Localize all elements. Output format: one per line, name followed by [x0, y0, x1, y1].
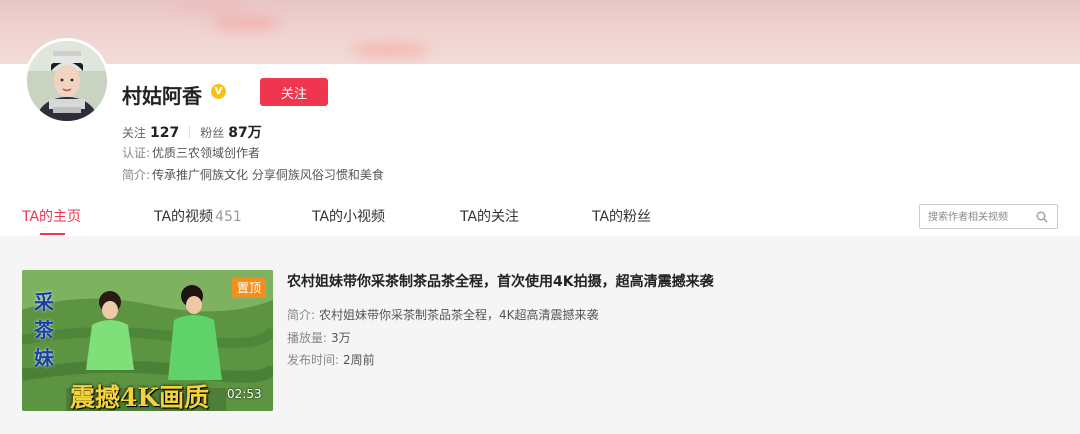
video-plays: 播放量: 3万: [287, 329, 351, 346]
thumbnail-bottom-text: 震撼4K画质: [70, 383, 210, 411]
pinned-video-card[interactable]: 采茶妹 震撼4K画质 置顶 02:53 农村姐妹带你采茶制茶品茶全程，首次使用4…: [22, 270, 782, 412]
profile-tabs: TA的主页 TA的视频 451 TA的小视频 TA的关注 TA的粉丝: [0, 200, 1080, 236]
following-stat[interactable]: 关注 127: [122, 125, 180, 141]
tab-home[interactable]: TA的主页: [22, 206, 81, 226]
fans-label: 粉丝: [200, 126, 225, 140]
intro-value: 传承推广侗族文化 分享侗族风俗习惯和美食: [152, 168, 384, 182]
profile-panel: 村姑阿香 V 关注 关注 127 粉丝 87万 认证: 优质三农领域创作者 简介: 传承推…: [0, 38, 1080, 236]
search-icon[interactable]: [1036, 211, 1048, 223]
profile-name: 村姑阿香: [122, 84, 202, 108]
video-thumbnail[interactable]: 采茶妹 震撼4K画质 置顶 02:53: [22, 270, 273, 411]
banner-cloud: [175, 0, 245, 12]
tab-label: TA的视频: [154, 209, 214, 225]
cert-value: 优质三农领域创作者: [152, 146, 261, 160]
following-label: 关注: [122, 126, 147, 140]
tab-videos[interactable]: TA的视频 451: [154, 206, 242, 226]
follow-button[interactable]: 关注: [260, 78, 328, 106]
thumbnail-vertical-text: 采茶妹: [34, 290, 54, 370]
following-count: 127: [150, 125, 180, 141]
profile-stats: 关注 127 粉丝 87万: [122, 122, 262, 142]
search-input[interactable]: [928, 208, 1033, 226]
video-search-box: [919, 204, 1058, 229]
video-duration: 02:53: [227, 387, 262, 401]
profile-banner: [0, 0, 1080, 64]
pinned-badge: 置顶: [232, 278, 266, 298]
video-intro: 简介: 农村姐妹带你采茶制茶品茶全程，4K超高清震撼来袭: [287, 306, 599, 323]
tab-label: TA的关注: [460, 209, 520, 225]
tab-short-videos[interactable]: TA的小视频: [312, 206, 385, 226]
profile-intro: 简介: 传承推广侗族文化 分享侗族风俗习惯和美食: [122, 166, 384, 183]
tab-label: TA的主页: [22, 209, 82, 225]
publish-time-label: 发布时间:: [287, 353, 340, 367]
stats-divider: [189, 126, 191, 138]
certification: 认证: 优质三农领域创作者: [122, 144, 260, 161]
cert-label: 认证:: [122, 146, 151, 160]
intro-label: 简介:: [122, 168, 151, 182]
avatar-portrait: [27, 41, 107, 121]
banner-cloud: [210, 16, 280, 30]
verified-icon: V: [211, 84, 226, 99]
banner-cloud: [350, 42, 430, 58]
fans-count: 87万: [228, 125, 262, 141]
publish-time-value: 2周前: [343, 353, 375, 367]
plays-label: 播放量:: [287, 331, 328, 345]
tab-label: TA的粉丝: [592, 209, 652, 225]
plays-value: 3万: [331, 331, 351, 345]
tab-label: TA的小视频: [312, 209, 386, 225]
tab-count: 451: [215, 209, 242, 225]
tab-following[interactable]: TA的关注: [460, 206, 519, 226]
video-intro-value: 农村姐妹带你采茶制茶品茶全程，4K超高清震撼来袭: [319, 308, 599, 322]
tab-fans[interactable]: TA的粉丝: [592, 206, 651, 226]
fans-stat[interactable]: 粉丝 87万: [200, 125, 262, 141]
video-publish-time: 发布时间: 2周前: [287, 351, 375, 368]
video-intro-label: 简介:: [287, 308, 316, 322]
avatar[interactable]: [24, 38, 110, 124]
video-title[interactable]: 农村姐妹带你采茶制茶品茶全程，首次使用4K拍摄，超高清震撼来袭: [287, 271, 714, 291]
active-tab-indicator: [40, 233, 65, 235]
